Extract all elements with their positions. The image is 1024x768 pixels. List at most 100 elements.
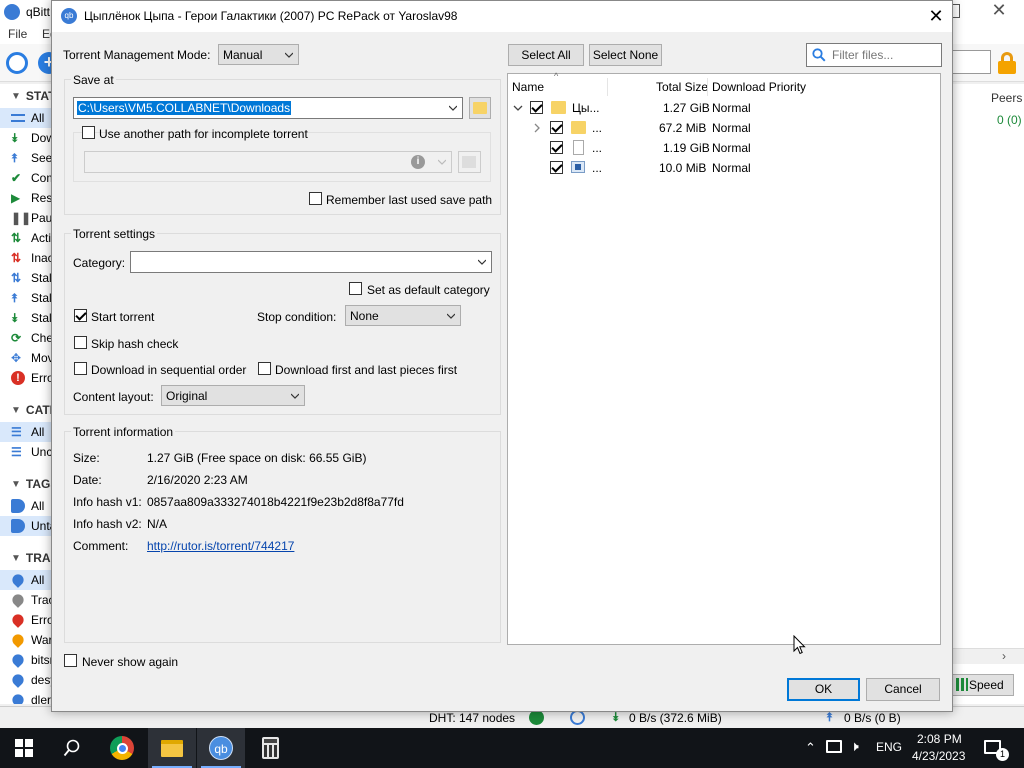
tree-row[interactable]: ... 67.2 MiB Normal (508, 118, 940, 138)
file-priority[interactable]: Normal (712, 161, 751, 175)
sidebar-status-paused[interactable]: ❚❚Paused (0, 208, 51, 228)
column-divider (707, 78, 708, 96)
clock-time[interactable]: 2:08 PM (917, 732, 962, 746)
start-torrent-checkbox[interactable] (74, 309, 87, 322)
speed-limit-icon[interactable] (570, 710, 585, 725)
category-combobox[interactable] (130, 251, 492, 273)
sidebar-tracker-item[interactable]: dler.org (0, 690, 51, 704)
comment-link[interactable]: http://rutor.is/torrent/744217 (147, 539, 294, 553)
sidebar-status-stalled-uploading[interactable]: ⯭Stalled Uploading (0, 288, 51, 308)
row-checkbox[interactable] (550, 141, 563, 154)
sidebar-category-all[interactable]: ☰ All (0, 422, 51, 442)
file-priority[interactable]: Normal (712, 101, 751, 115)
language-indicator[interactable]: ENG (876, 740, 902, 754)
close-icon[interactable]: ✕ (925, 5, 947, 27)
bg-search-field[interactable] (951, 50, 991, 74)
row-checkbox[interactable] (530, 101, 543, 114)
chevron-down-icon (478, 259, 486, 265)
row-checkbox[interactable] (550, 161, 563, 174)
clock-date[interactable]: 4/23/2023 (912, 749, 965, 763)
never-show-again-checkbox[interactable] (64, 654, 77, 667)
first-last-pieces-checkbox[interactable] (258, 362, 271, 375)
content-layout-select[interactable]: Original (161, 385, 305, 406)
sidebar-tracker-all[interactable]: All (0, 570, 51, 590)
folder-icon (462, 156, 476, 168)
sidebar-category-uncategorized[interactable]: ☰Uncategorized (0, 442, 51, 462)
torrent-management-mode-select[interactable]: Manual (218, 44, 299, 65)
sidebar-status-active[interactable]: ⇅Active (0, 228, 51, 248)
select-all-button[interactable]: Select All (508, 44, 584, 66)
menu-file[interactable]: File (8, 27, 27, 41)
chevron-right-icon[interactable] (534, 123, 541, 133)
sidebar-tag-untagged[interactable]: Untagged (0, 516, 51, 536)
filter-files-input[interactable]: Filter files... (806, 43, 942, 67)
horizontal-scrollbar[interactable]: › (952, 648, 1024, 664)
sidebar-status-stalled[interactable]: ⇅Stalled (0, 268, 51, 288)
sequential-order-checkbox[interactable] (74, 362, 87, 375)
sidebar-status-downloading[interactable]: ⯯Downloading (0, 128, 51, 148)
sidebar-tracker-item[interactable]: bitsnoop.com (0, 650, 51, 670)
file-priority[interactable]: Normal (712, 121, 751, 135)
browse-folder-button[interactable] (469, 97, 491, 119)
sidebar-trackers-header[interactable]: ▼TRACKERS (0, 548, 51, 568)
sidebar-status-inactive[interactable]: ⇅Inactive (0, 248, 51, 268)
sidebar-status-errored[interactable]: !Errored (0, 368, 51, 388)
tree-row[interactable]: ... 10.0 MiB Normal (508, 158, 940, 178)
file-name: ... (592, 121, 603, 135)
show-hidden-icons-icon[interactable]: ⌃ (805, 740, 816, 756)
bg-window-title: qBittorrent (26, 5, 50, 19)
sidebar-status-resumed[interactable]: ▶Resumed (0, 188, 51, 208)
taskbar-file-explorer[interactable] (148, 728, 196, 768)
column-download-priority[interactable]: Download Priority (712, 80, 806, 94)
save-path-combobox[interactable]: C:\Users\VM5.COLLABNET\Downloads (73, 97, 463, 119)
chrome-icon (110, 736, 134, 760)
add-link-icon[interactable] (6, 52, 28, 74)
stop-condition-select[interactable]: None (345, 305, 461, 326)
speed-button[interactable]: Speed (952, 674, 1014, 696)
sidebar-categories-header[interactable]: ▼CATEGORIES (0, 400, 51, 420)
network-icon[interactable] (826, 740, 842, 753)
sidebar-status-completed[interactable]: ✔Completed (0, 168, 51, 188)
column-total-size[interactable]: Total Size (656, 80, 708, 94)
skip-hash-check-checkbox[interactable] (74, 336, 87, 349)
file-priority[interactable]: Normal (712, 141, 751, 155)
save-path-value[interactable]: C:\Users\VM5.COLLABNET\Downloads (77, 101, 292, 115)
taskbar-qbittorrent[interactable]: qb (197, 728, 245, 768)
search-button[interactable] (48, 728, 96, 768)
ok-button[interactable]: OK (787, 678, 860, 701)
tree-row[interactable]: Цы... 1.27 GiB Normal (508, 98, 940, 118)
select-none-button[interactable]: Select None (589, 44, 662, 66)
use-another-path-checkbox[interactable] (82, 126, 95, 139)
peers-column-header[interactable]: Peers (991, 91, 1022, 105)
start-button[interactable] (0, 728, 48, 768)
sidebar-status-all[interactable]: All (0, 108, 51, 128)
lock-icon[interactable] (997, 52, 1017, 74)
sidebar-tag-all[interactable]: All (0, 496, 51, 516)
sidebar-status-header[interactable]: ▼STATUS (0, 86, 51, 106)
file-icon (573, 140, 584, 155)
pin-icon (10, 592, 26, 608)
sidebar-tags-header[interactable]: ▼TAGS (0, 474, 51, 494)
chevron-down-icon[interactable] (513, 105, 523, 112)
sidebar-tracker-trackerless[interactable]: Trackerless (0, 590, 51, 610)
bg-close-icon[interactable]: ✕ (990, 1, 1008, 20)
remember-save-path-checkbox[interactable] (309, 192, 322, 205)
sidebar-status-stalled-downloading[interactable]: ⯯Stalled Downloading (0, 308, 51, 328)
sidebar-status-checking[interactable]: ⟳Checking (0, 328, 51, 348)
row-checkbox[interactable] (550, 121, 563, 134)
cancel-button[interactable]: Cancel (866, 678, 940, 701)
column-name[interactable]: Name (512, 80, 544, 94)
sidebar-status-moving[interactable]: ✥Moving (0, 348, 51, 368)
scroll-right-icon[interactable]: › (1002, 649, 1006, 663)
incomplete-path-combobox[interactable]: i (84, 151, 452, 173)
sidebar-status-seeding[interactable]: ⯭Seeding (0, 148, 51, 168)
sidebar-tracker-item[interactable]: desync.com (0, 670, 51, 690)
taskbar-calculator[interactable] (246, 728, 294, 768)
set-default-category-checkbox[interactable] (349, 282, 362, 295)
browse-incomplete-folder-button[interactable] (458, 151, 481, 173)
taskbar-chrome[interactable] (98, 728, 146, 768)
volume-icon[interactable]: 🕨 (850, 738, 859, 755)
sidebar-tracker-error[interactable]: Error (0, 610, 51, 630)
tree-row[interactable]: ... 1.19 GiB Normal (508, 138, 940, 158)
sidebar-tracker-warning[interactable]: Warning (0, 630, 51, 650)
